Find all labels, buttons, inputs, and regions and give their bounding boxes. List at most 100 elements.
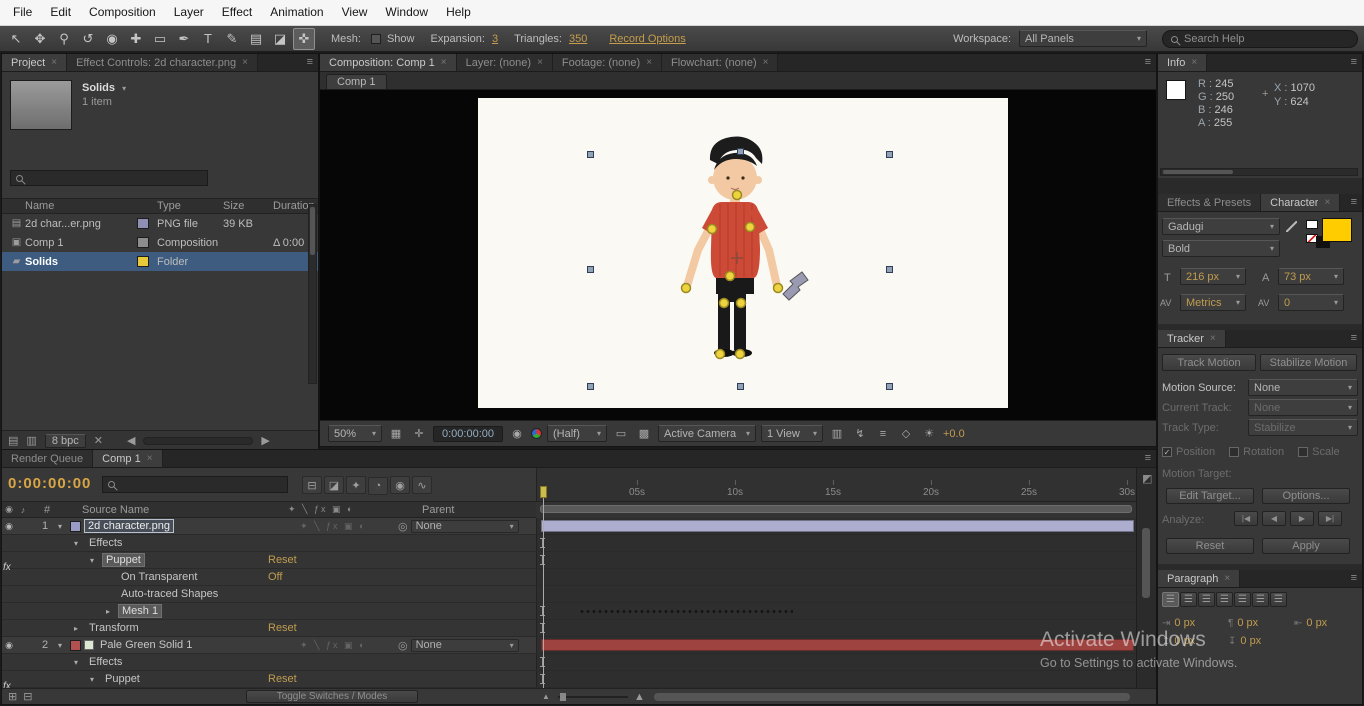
timeline-track[interactable] bbox=[536, 603, 1136, 619]
analyze-step-button[interactable]: ◀ bbox=[1262, 511, 1286, 526]
tracker-checkbox[interactable]: ✓Position bbox=[1162, 446, 1215, 458]
align-button[interactable]: ☰ bbox=[1162, 592, 1179, 607]
selection-handle[interactable] bbox=[587, 266, 594, 273]
row-name[interactable]: On Transparent bbox=[118, 571, 200, 583]
reset-exposure-icon[interactable]: ☀ bbox=[920, 427, 938, 440]
label-color[interactable] bbox=[70, 640, 81, 651]
menu-item[interactable]: File bbox=[4, 0, 41, 25]
playhead[interactable] bbox=[540, 486, 547, 498]
graph-editor-button[interactable]: ∿ bbox=[412, 476, 432, 494]
checkbox[interactable] bbox=[1229, 447, 1239, 457]
timeline-track[interactable] bbox=[536, 535, 1136, 551]
analyze-step-button[interactable]: |◀ bbox=[1234, 511, 1258, 526]
row-name[interactable]: Puppet bbox=[102, 553, 145, 567]
tab-project[interactable]: Project× bbox=[2, 54, 67, 71]
fill-color-swatch[interactable] bbox=[1322, 218, 1352, 242]
parent-cell[interactable]: ◎None▾ bbox=[398, 639, 519, 652]
resolution-dropdown[interactable]: (Half)▾ bbox=[547, 425, 607, 442]
viewer-tab[interactable]: Flowchart: (none)× bbox=[662, 54, 778, 71]
timeline-track[interactable] bbox=[536, 586, 1136, 602]
indent-field[interactable]: ⇥ 0 px bbox=[1162, 617, 1224, 629]
triangles-value[interactable]: 350 bbox=[569, 33, 587, 45]
snapshot-icon[interactable]: ◉ bbox=[508, 427, 526, 440]
label-color[interactable] bbox=[70, 521, 81, 532]
column-type[interactable]: Type bbox=[157, 200, 223, 212]
hide-shy-button[interactable]: ✦ bbox=[346, 476, 366, 494]
region-of-interest-icon[interactable]: ▭ bbox=[612, 427, 630, 440]
footer-scrollbar[interactable] bbox=[143, 437, 253, 445]
view-layout-dropdown[interactable]: 1 View▾ bbox=[761, 425, 823, 442]
viewer-content[interactable] bbox=[320, 90, 1156, 420]
close-icon[interactable]: × bbox=[441, 57, 447, 68]
item-name[interactable]: Comp 1 bbox=[25, 237, 137, 249]
indent-value[interactable]: 0 px bbox=[1237, 617, 1258, 629]
layer-switches[interactable]: ✦ ╲ ƒx ▣ ◐ bbox=[300, 640, 366, 651]
indent-value[interactable]: 0 px bbox=[1174, 635, 1195, 647]
tab-info[interactable]: Info× bbox=[1158, 54, 1207, 71]
align-button[interactable]: ☰ bbox=[1252, 592, 1269, 607]
row-action-link[interactable]: Off bbox=[268, 571, 282, 583]
tab-effects-presets[interactable]: Effects & Presets bbox=[1158, 194, 1261, 211]
selection-tool[interactable]: ↖ bbox=[5, 28, 27, 50]
exposure-value[interactable]: +0.0 bbox=[943, 428, 965, 440]
twirl-arrow-icon[interactable]: ▾ bbox=[58, 522, 70, 531]
viewer-timecode[interactable]: 0:00:00:00 bbox=[433, 426, 503, 442]
twirl-arrow-icon[interactable]: ▾ bbox=[90, 675, 102, 684]
parent-dropdown[interactable]: None▾ bbox=[411, 520, 519, 533]
timeline-track[interactable] bbox=[536, 620, 1136, 636]
font-family-dropdown[interactable]: Gadugi▾ bbox=[1162, 218, 1280, 235]
shape-tool[interactable]: ▭ bbox=[149, 28, 171, 50]
row-name[interactable]: Mesh 1 bbox=[118, 604, 162, 618]
menu-item[interactable]: Animation bbox=[261, 0, 332, 25]
selection-handle[interactable] bbox=[886, 383, 893, 390]
timeline-row[interactable]: ◉ 2 ▾ Pale Green Solid 1 ✦ ╲ ƒx ▣ ◐ ◎Non… bbox=[2, 637, 1136, 654]
row-action-link[interactable]: Reset bbox=[268, 554, 297, 566]
panel-menu-icon[interactable]: ≡ bbox=[1351, 332, 1357, 344]
column-parent[interactable]: Parent bbox=[422, 504, 454, 516]
column-size[interactable]: Size bbox=[223, 200, 273, 212]
timeline-row[interactable]: ▾ Effects ✦ ╲ ƒx ▣ ◐ ◎▾ bbox=[2, 535, 1136, 552]
twirl-arrow-icon[interactable]: ▾ bbox=[74, 658, 86, 667]
parent-cell[interactable]: ◎None▾ bbox=[398, 520, 519, 533]
project-table-header[interactable]: Name Type Size Duration bbox=[2, 198, 318, 214]
tracker-row-dropdown[interactable]: Stabilize▾ bbox=[1248, 419, 1358, 436]
indent-value[interactable]: 0 px bbox=[1240, 635, 1261, 647]
rotation-tool[interactable]: ↺ bbox=[77, 28, 99, 50]
font-style-dropdown[interactable]: Bold▾ bbox=[1162, 240, 1280, 257]
timeline-row[interactable]: fx ▾ Puppet Reset ✦ ╲ ƒx ▣ ◐ ◎▾ bbox=[2, 552, 1136, 569]
panel-menu-icon[interactable]: ≡ bbox=[307, 56, 313, 68]
indent-value[interactable]: 0 px bbox=[1174, 617, 1195, 629]
menu-item[interactable]: Composition bbox=[80, 0, 165, 25]
delete-icon[interactable]: ✕ bbox=[94, 434, 103, 447]
timeline-search-input[interactable] bbox=[102, 476, 288, 493]
type-tool[interactable]: T bbox=[197, 28, 219, 50]
panel-menu-icon[interactable]: ≡ bbox=[1351, 572, 1357, 584]
timeline-zoom-slider[interactable] bbox=[558, 696, 628, 698]
mask-visibility-icon[interactable]: ✛ bbox=[410, 427, 428, 440]
project-row[interactable]: ▰ Solids Folder bbox=[2, 252, 318, 271]
panel-menu-icon[interactable]: ≡ bbox=[1351, 196, 1357, 208]
close-icon[interactable]: × bbox=[537, 57, 543, 68]
motion-blur-button[interactable]: ◉ bbox=[390, 476, 410, 494]
row-action-link[interactable]: Reset bbox=[268, 673, 297, 685]
close-icon[interactable]: × bbox=[646, 57, 652, 68]
pickwhip-icon[interactable]: ◎ bbox=[398, 520, 408, 533]
breadcrumb[interactable]: Comp 1 bbox=[326, 74, 387, 89]
timeline-track[interactable] bbox=[536, 671, 1136, 687]
workspace-dropdown[interactable]: All Panels▾ bbox=[1019, 30, 1147, 47]
font-size-dropdown[interactable]: 216 px▾ bbox=[1180, 268, 1246, 285]
time-ruler[interactable]: 05s10s15s20s25s30s bbox=[536, 468, 1136, 502]
record-options-link[interactable]: Record Options bbox=[609, 33, 685, 45]
zoom-tool[interactable]: ⚲ bbox=[53, 28, 75, 50]
timeline-track[interactable] bbox=[536, 637, 1136, 653]
comp-marker-icon[interactable]: ◩ bbox=[1142, 472, 1152, 485]
scroll-left-icon[interactable]: ◀ bbox=[127, 434, 135, 447]
column-source-name[interactable]: Source Name bbox=[82, 504, 149, 516]
selection-handle[interactable] bbox=[737, 148, 744, 155]
tracker-row-dropdown[interactable]: None▾ bbox=[1248, 399, 1358, 416]
menu-item[interactable]: Window bbox=[376, 0, 437, 25]
layer-duration-bar[interactable] bbox=[541, 639, 1134, 651]
timeline-row[interactable]: ◉ 1 ▾ 2d character.png ✦ ╲ ƒx ▣ ◐ ◎None▾ bbox=[2, 518, 1136, 535]
eyedropper-icon[interactable] bbox=[1286, 221, 1297, 232]
transparency-grid-icon[interactable]: ▩ bbox=[635, 427, 653, 440]
